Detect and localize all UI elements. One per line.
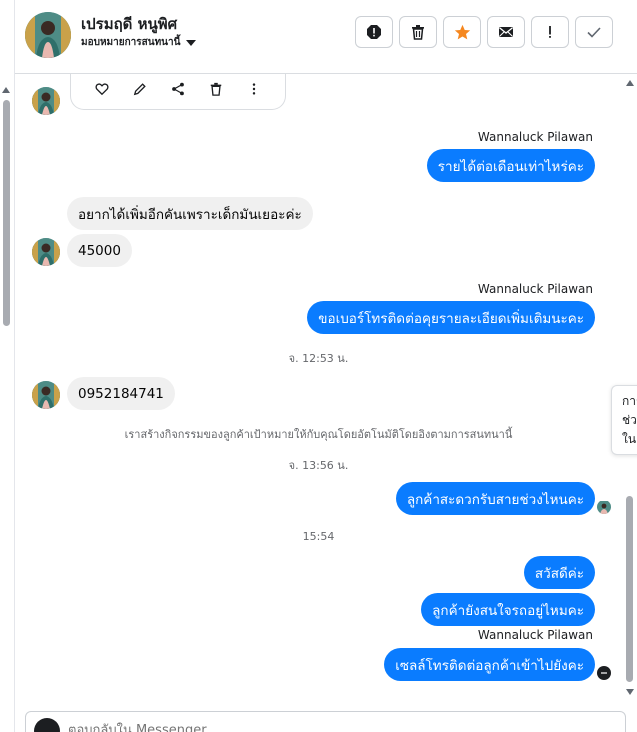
timestamp: 15:54 <box>302 530 335 543</box>
more-icon <box>252 82 256 95</box>
star-button[interactable] <box>443 16 481 48</box>
heart-icon <box>95 82 109 95</box>
assign-conversation-dropdown[interactable]: มอบหมายการสนทนานี้ <box>81 35 197 50</box>
avatar <box>32 87 60 115</box>
check-icon <box>587 27 601 38</box>
conversation-header: เปรมฤดี หนูพิศ มอบหมายการสนทนานี้ <box>15 0 637 74</box>
trash-icon <box>210 82 222 96</box>
assign-label: มอบหมายการสนทนานี้ <box>81 37 181 48</box>
side-card-line: ใน <box>622 432 637 446</box>
timestamp: จ. 12:53 น. <box>288 352 349 365</box>
seen-avatar <box>597 500 611 514</box>
edit-button[interactable] <box>129 78 151 100</box>
sender-name: Wannaluck Pilawan <box>477 628 593 642</box>
message-composer <box>25 711 626 732</box>
mark-important-button[interactable] <box>531 16 569 48</box>
outgoing-message[interactable]: เซลล์โทรติดต่อลูกค้าเข้าไปยังคะ <box>384 648 595 681</box>
caret-down-icon <box>186 39 197 46</box>
scroll-up-arrow[interactable] <box>2 87 10 93</box>
outgoing-message[interactable]: รายได้ต่อเดือนเท่าไหร่คะ <box>426 149 595 182</box>
star-icon <box>454 24 470 39</box>
share-icon <box>172 82 184 95</box>
avatar <box>34 718 60 732</box>
mail-icon <box>499 27 513 37</box>
sender-name: Wannaluck Pilawan <box>477 282 593 296</box>
side-info-card[interactable]: การ ช่ว ใน <box>611 385 637 455</box>
side-card-line: ช่ว <box>622 413 637 427</box>
outgoing-message[interactable]: ลูกค้ายังสนใจรถอยู่ไหมคะ <box>421 593 595 626</box>
exclamation-icon <box>549 26 551 38</box>
avatar <box>32 381 60 409</box>
trash-icon <box>412 25 424 40</box>
delete-button[interactable] <box>399 16 437 48</box>
avatar <box>32 238 60 266</box>
inbox-conversation: เปรมฤดี หนูพิศ มอบหมายการสนทนานี้ Wannal… <box>0 0 637 732</box>
scroll-down-arrow[interactable] <box>626 689 634 695</box>
outgoing-message[interactable]: สวัสดีค่ะ <box>523 556 595 589</box>
sender-name: Wannaluck Pilawan <box>477 130 593 144</box>
sent-status-icon <box>597 666 611 680</box>
incoming-message[interactable]: 0952184741 <box>67 377 175 410</box>
pencil-icon <box>133 82 146 95</box>
report-icon <box>367 25 381 39</box>
message-actions-bar <box>70 74 286 110</box>
avatar[interactable] <box>25 12 71 58</box>
like-button[interactable] <box>91 78 113 100</box>
incoming-message[interactable]: 45000 <box>67 234 132 267</box>
report-button[interactable] <box>355 16 393 48</box>
contact-name: เปรมฤดี หนูพิศ <box>81 15 178 33</box>
outgoing-message[interactable]: ลูกค้าสะดวกรับสายช่วงไหนคะ <box>395 482 595 515</box>
reply-input[interactable] <box>68 720 608 732</box>
mail-button[interactable] <box>487 16 525 48</box>
outgoing-message[interactable]: ขอเบอร์โทรติดต่อคุยรายละเอียดเพิ่มเติมนะ… <box>307 301 595 334</box>
side-card-line: การ <box>622 394 637 408</box>
system-note: เราสร้างกิจกรรมของลูกค้าเป้าหมายให้กับคุ… <box>124 428 513 441</box>
left-scrollbar-thumb[interactable] <box>3 100 10 326</box>
delete-message-button[interactable] <box>205 78 227 100</box>
share-button[interactable] <box>167 78 189 100</box>
incoming-message[interactable]: อยากได้เพิ่มอีกคันเพราะเด็กมันเยอะค่ะ <box>67 197 313 230</box>
message-thread: Wannaluck Pilawan รายได้ต่อเดือนเท่าไหร่… <box>15 74 622 706</box>
more-button[interactable] <box>243 78 265 100</box>
thread-scrollbar-thumb[interactable] <box>626 496 633 682</box>
timestamp: จ. 13:56 น. <box>288 459 349 472</box>
mark-done-button[interactable] <box>575 16 613 48</box>
scroll-up-arrow[interactable] <box>626 80 634 86</box>
header-actions <box>355 16 613 48</box>
